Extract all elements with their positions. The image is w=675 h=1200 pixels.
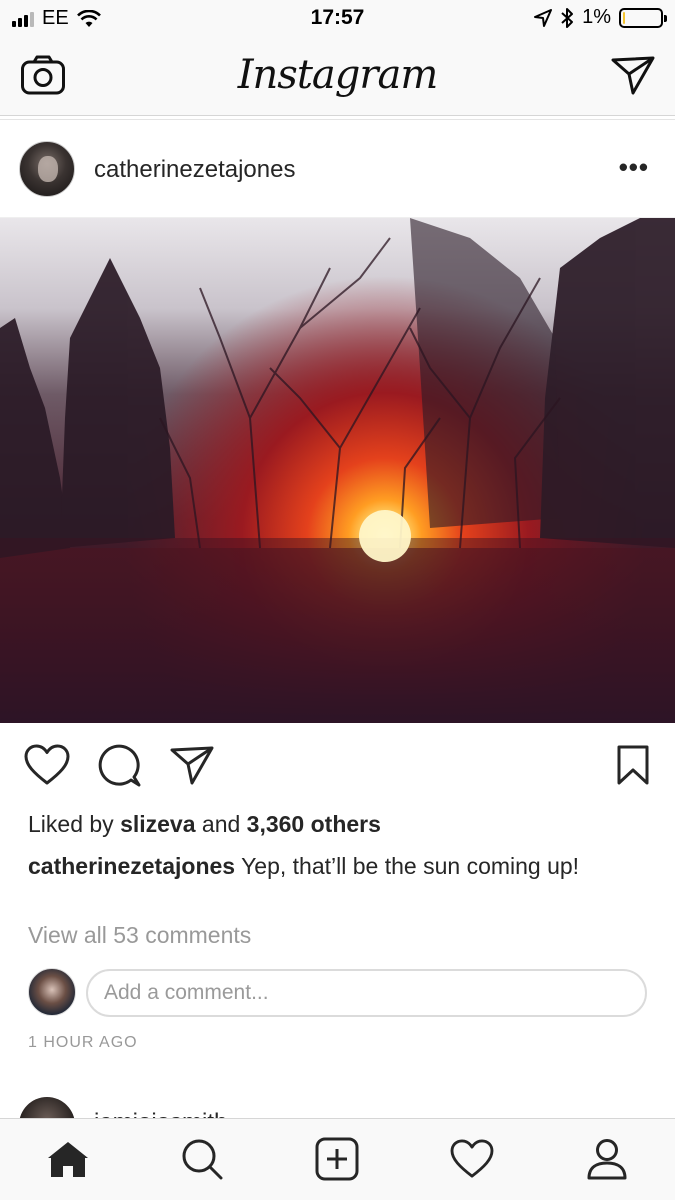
battery-percent: 1% bbox=[582, 6, 611, 28]
bookmark-button[interactable] bbox=[616, 744, 650, 791]
direct-message-icon bbox=[611, 56, 655, 95]
status-right: 1% bbox=[534, 6, 667, 29]
current-user-avatar bbox=[28, 968, 76, 1016]
comment-button[interactable] bbox=[98, 744, 142, 793]
likes-line: Liked by slizeva and 3,360 others bbox=[28, 811, 381, 838]
tab-profile[interactable] bbox=[585, 1137, 629, 1181]
next-post-avatar[interactable] bbox=[19, 1097, 75, 1120]
post-actions bbox=[0, 740, 675, 796]
share-icon bbox=[170, 746, 214, 785]
comment-icon bbox=[98, 744, 141, 787]
tab-search[interactable] bbox=[180, 1137, 224, 1181]
sunset-photo bbox=[0, 218, 675, 723]
add-comment-row bbox=[28, 968, 648, 1018]
next-post-header: iamjojosmith bbox=[0, 1095, 675, 1120]
profile-icon bbox=[587, 1139, 627, 1180]
direct-message-button[interactable] bbox=[611, 54, 655, 101]
more-options-icon[interactable]: ••• bbox=[619, 152, 649, 183]
tab-activity[interactable] bbox=[450, 1137, 494, 1181]
new-post-icon bbox=[315, 1137, 359, 1181]
bottom-tab-bar bbox=[0, 1118, 675, 1200]
like-button[interactable] bbox=[24, 744, 70, 791]
battery-icon bbox=[619, 7, 667, 28]
activity-icon bbox=[450, 1139, 494, 1178]
caption: catherinezetajones Yep, that’ll be the s… bbox=[28, 851, 628, 881]
bookmark-icon bbox=[617, 745, 649, 785]
likes-prefix: Liked by bbox=[28, 811, 114, 837]
post-header: catherinezetajones ••• bbox=[0, 120, 675, 218]
instagram-logo[interactable]: Instagram bbox=[0, 52, 675, 98]
share-button[interactable] bbox=[170, 744, 214, 791]
tab-home[interactable] bbox=[46, 1137, 90, 1181]
status-bar: EE 17:57 1% bbox=[0, 0, 675, 38]
post-timestamp: 1 HOUR AGO bbox=[28, 1034, 138, 1051]
battery-level bbox=[623, 11, 625, 24]
comment-input[interactable] bbox=[86, 969, 647, 1017]
caption-username[interactable]: catherinezetajones bbox=[28, 853, 235, 879]
tab-new-post[interactable] bbox=[315, 1137, 359, 1181]
caption-text: Yep, that’ll be the sun coming up! bbox=[241, 853, 580, 879]
bluetooth-icon bbox=[561, 7, 574, 28]
view-all-comments-link[interactable]: View all 53 comments bbox=[28, 922, 251, 949]
post-image[interactable] bbox=[0, 218, 675, 723]
liked-by-user[interactable]: slizeva bbox=[120, 811, 195, 837]
home-icon bbox=[48, 1142, 88, 1177]
avatar[interactable] bbox=[19, 141, 75, 197]
likes-others[interactable]: 3,360 others bbox=[247, 811, 381, 837]
search-icon bbox=[182, 1139, 223, 1180]
post-username[interactable]: catherinezetajones bbox=[94, 156, 295, 184]
top-nav: Instagram bbox=[0, 38, 675, 116]
location-arrow-icon bbox=[534, 8, 553, 27]
likes-and: and bbox=[201, 811, 241, 837]
heart-icon bbox=[24, 744, 70, 785]
